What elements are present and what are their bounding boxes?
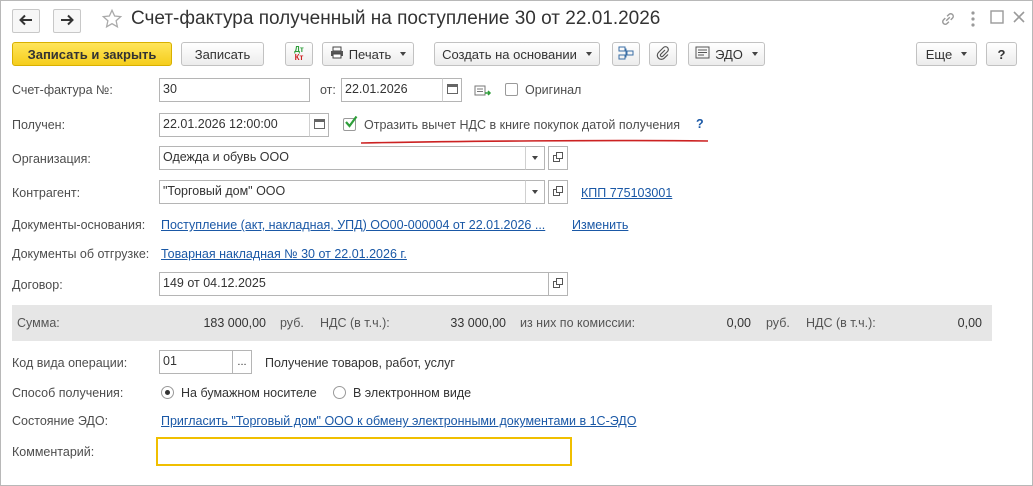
document-structure-icon [618,46,634,63]
sum-value: 183 000,00 [203,316,266,330]
base-docs-label: Документы-основания: [12,218,146,232]
electronic-radio[interactable] [333,386,346,399]
invoice-number-input[interactable]: 30 [159,78,310,102]
print-button[interactable]: Печать [322,42,414,66]
back-button[interactable] [12,9,40,33]
attach-button[interactable] [649,42,677,66]
create-based-on-button[interactable]: Создать на основании [434,42,600,66]
chevron-down-icon [961,52,968,56]
edo-invite-link[interactable]: Пригласить "Торговый дом" ООО к обмену э… [161,414,637,428]
currency-label: руб. [280,316,304,330]
comment-input[interactable] [156,437,572,466]
original-checkbox[interactable] [505,83,518,96]
organization-open-button[interactable] [548,146,568,170]
operation-code-label: Код вида операции: [12,356,128,370]
vat-value: 0,00 [957,316,982,330]
arrow-left-icon [19,14,33,29]
paper-radio[interactable] [161,386,174,399]
totals-bar: Сумма: 183 000,00 руб. НДС (в т.ч.): 33 … [12,305,992,341]
contract-input[interactable]: 149 от 04.12.2025 [159,272,549,296]
vat-value: 33 000,00 [450,316,506,330]
vat-label: НДС (в т.ч.): [806,316,876,330]
operation-description: Получение товаров, работ, услуг [265,356,455,370]
edo-button[interactable]: ЭДО [688,42,765,66]
forward-button[interactable] [53,9,81,33]
operation-code-select-button[interactable]: ... [232,350,252,374]
vat-deduction-checkbox[interactable] [343,115,358,132]
organization-dropdown-button[interactable] [525,146,545,170]
counterparty-input[interactable]: "Торговый дом" ООО [159,180,526,204]
chevron-down-icon [532,190,538,194]
printer-icon [330,46,344,62]
currency-label: руб. [766,316,790,330]
calendar-icon [313,118,325,132]
contract-label: Договор: [12,278,63,292]
green-arrow-icon[interactable] [474,84,492,101]
paperclip-icon [656,45,670,63]
receiving-method-label: Способ получения: [12,386,124,400]
commission-label: из них по комиссии: [520,316,636,330]
shipment-docs-label: Документы об отгрузке: [12,247,150,261]
kpp-link[interactable]: КПП 775103001 [581,186,672,200]
maximize-icon[interactable] [990,10,1004,29]
calendar-icon [446,83,458,97]
counterparty-dropdown-button[interactable] [525,180,545,204]
chevron-down-icon [400,52,407,56]
received-datetime-input[interactable]: 22.01.2026 12:00:00 [159,113,310,137]
organization-label: Организация: [12,152,91,166]
comment-label: Комментарий: [12,445,95,459]
more-button[interactable]: Еще [916,42,977,66]
received-label: Получен: [12,118,66,132]
invoice-date-label: от: [320,83,336,97]
chevron-down-icon [585,52,592,56]
paper-radio-label: На бумажном носителе [181,386,317,400]
invoice-date-input[interactable]: 22.01.2026 [341,78,443,102]
organization-input[interactable]: Одежда и обувь ООО [159,146,526,170]
base-docs-link[interactable]: Поступление (акт, накладная, УПД) ОО00-0… [161,218,545,232]
arrow-right-icon [60,14,74,29]
calendar-button[interactable] [442,78,462,102]
dt-kt-icon: Дт Кт [294,45,304,62]
vat-deduction-label: Отразить вычет НДС в книге покупок датой… [364,118,680,132]
more-vertical-icon[interactable] [970,10,976,33]
star-icon[interactable] [101,8,123,33]
chevron-down-icon [532,156,538,160]
contract-open-button[interactable] [548,272,568,296]
shipment-docs-link[interactable]: Товарная накладная № 30 от 22.01.2026 г. [161,247,407,261]
vat-help-link[interactable]: ? [696,117,704,131]
open-icon [553,185,563,199]
open-icon [553,151,563,165]
change-link[interactable]: Изменить [572,218,628,232]
dt-kt-button[interactable]: Дт Кт [285,42,313,66]
sum-label: Сумма: [17,316,60,330]
open-icon [553,277,563,291]
help-button[interactable]: ? [986,42,1017,66]
save-and-close-button[interactable]: Записать и закрыть [12,42,172,66]
page-title: Счет-фактура полученный на поступление 3… [131,8,661,29]
save-button[interactable]: Записать [181,42,264,66]
link-icon[interactable] [939,10,957,33]
commission-value: 0,00 [726,316,751,330]
counterparty-open-button[interactable] [548,180,568,204]
calendar-button[interactable] [309,113,329,137]
edo-icon [695,46,710,62]
vat-label: НДС (в т.ч.): [320,316,390,330]
counterparty-label: Контрагент: [12,186,81,200]
invoice-number-label: Счет-фактура №: [12,83,113,97]
checkmark-icon [344,115,358,132]
structure-button[interactable] [612,42,640,66]
edo-state-label: Состояние ЭДО: [12,414,109,428]
operation-code-input[interactable]: 01 [159,350,233,374]
close-icon[interactable] [1012,10,1026,29]
electronic-radio-label: В электронном виде [353,386,472,400]
original-label: Оригинал [525,83,582,97]
chevron-down-icon [751,52,758,56]
